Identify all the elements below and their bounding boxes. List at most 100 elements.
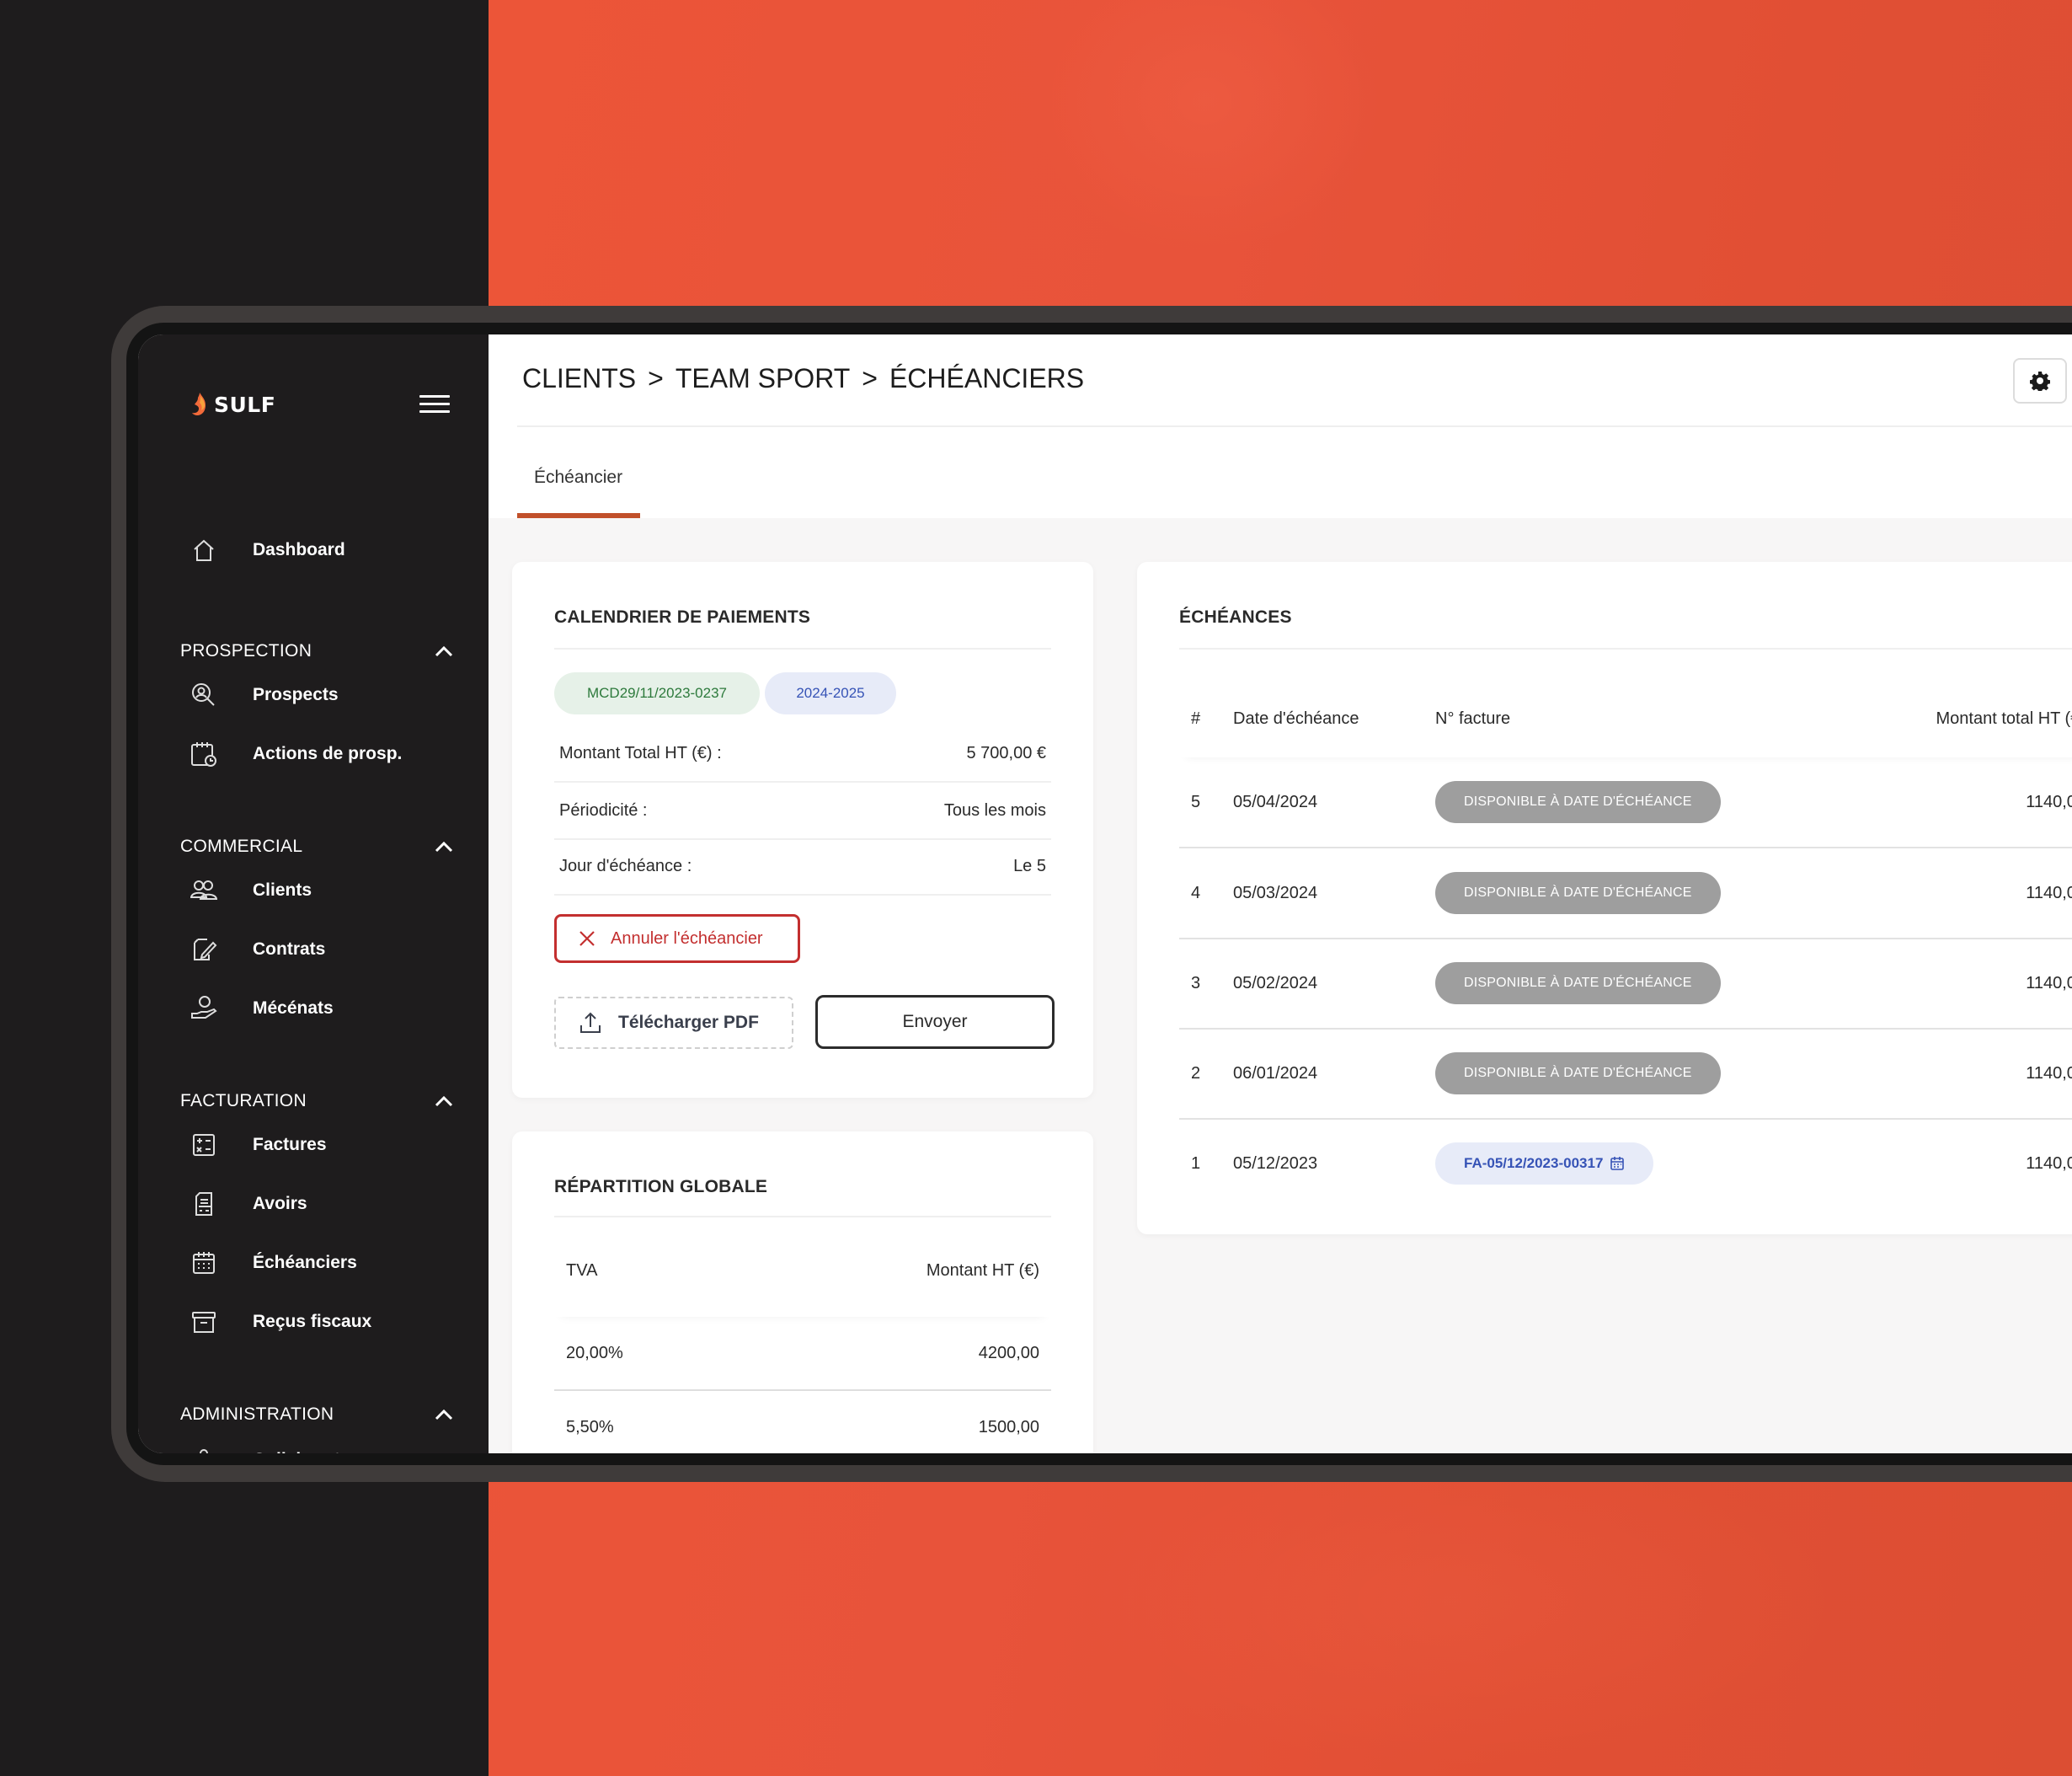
archive-icon: [189, 1307, 219, 1337]
amount: 1140,00: [2026, 792, 2072, 811]
sidebar-item-label: Prospects: [253, 685, 339, 704]
invoice-number: FA-05/12/2023-00317: [1464, 1155, 1604, 1171]
chevron-up-icon: [435, 841, 453, 853]
sidebar: SULF Dashboard PROSPECTION Prospects Act…: [138, 334, 489, 1453]
status-badge: DISPONIBLE À DATE D'ÉCHÉANCE: [1435, 962, 1721, 1004]
section-commercial[interactable]: COMMERCIAL: [180, 837, 453, 857]
amount: 1140,00: [2026, 1063, 2072, 1083]
button-label: Annuler l'échéancier: [611, 928, 763, 948]
info-label: Jour d'échéance :: [559, 856, 692, 875]
table-header: # Date d'échéance N° facture Montant tot…: [1179, 680, 2072, 757]
sidebar-item-label: Actions de prosp.: [253, 744, 403, 763]
section-facturation[interactable]: FACTURATION: [180, 1091, 453, 1111]
due-date: 05/12/2023: [1233, 1153, 1318, 1173]
invoice-link[interactable]: FA-05/12/2023-00317: [1435, 1142, 1654, 1185]
status-badge: DISPONIBLE À DATE D'ÉCHÉANCE: [1435, 781, 1721, 823]
season-chip[interactable]: 2024-2025: [765, 672, 896, 714]
page-header: CLIENTS > TEAM SPORT > ÉCHÉANCIERS Échéa…: [489, 334, 2072, 518]
row-number: 1: [1191, 1153, 1201, 1173]
global-breakdown-card: RÉPARTITION GLOBALE TVA Montant HT (€) 2…: [512, 1131, 1093, 1453]
chevron-up-icon: [435, 645, 453, 657]
sidebar-item-label: Collaborateurs: [253, 1450, 377, 1453]
credit-note-icon: [189, 1189, 219, 1219]
hamburger-icon: [419, 395, 450, 398]
table-row: 2 06/01/2024 DISPONIBLE À DATE D'ÉCHÉANC…: [1179, 1029, 2072, 1120]
sidebar-item-actions-prosp[interactable]: Actions de prosp.: [189, 737, 402, 771]
sidebar-item-label: Reçus fiscaux: [253, 1312, 372, 1331]
installments-card: ÉCHÉANCES # Date d'échéance N° facture M…: [1137, 562, 2072, 1234]
sidebar-item-label: Échéanciers: [253, 1253, 357, 1272]
status-badge: DISPONIBLE À DATE D'ÉCHÉANCE: [1435, 872, 1721, 914]
upload-icon: [580, 1012, 601, 1033]
search-user-icon: [189, 680, 219, 710]
cancel-schedule-button[interactable]: Annuler l'échéancier: [554, 914, 800, 963]
amount: 1140,00: [2026, 1153, 2072, 1173]
settings-button[interactable]: [2013, 358, 2067, 404]
card-divider: [554, 648, 1051, 650]
chevron-up-icon: [435, 1409, 453, 1420]
info-label: Montant Total HT (€) :: [559, 743, 722, 762]
tab-label: Échéancier: [534, 468, 623, 487]
sidebar-item-prospects[interactable]: Prospects: [189, 678, 339, 712]
close-icon: [579, 931, 595, 946]
gear-icon: [2030, 372, 2050, 391]
sidebar-item-echeanciers[interactable]: Échéanciers: [189, 1246, 357, 1280]
info-value: Tous les mois: [943, 800, 1046, 820]
row-number: 2: [1191, 1063, 1201, 1083]
hamburger-icon-line: [419, 403, 450, 405]
due-date: 05/02/2024: [1233, 973, 1318, 992]
info-row-periodicity: Périodicité : Tous les mois: [554, 783, 1051, 840]
due-date: 05/04/2024: [1233, 792, 1318, 811]
breadcrumb-clients[interactable]: CLIENTS: [522, 363, 636, 394]
section-title: FACTURATION: [180, 1091, 307, 1110]
download-pdf-button[interactable]: Télécharger PDF: [554, 997, 793, 1049]
table-header: TVA Montant HT (€): [554, 1224, 1051, 1317]
active-tab-indicator: [517, 513, 640, 518]
app-screen: SULF Dashboard PROSPECTION Prospects Act…: [138, 334, 2072, 1453]
menu-toggle-button[interactable]: [419, 395, 450, 415]
sidebar-item-recus-fiscaux[interactable]: Reçus fiscaux: [189, 1305, 371, 1339]
main-content: CLIENTS > TEAM SPORT > ÉCHÉANCIERS Échéa…: [489, 334, 2072, 1453]
calendar-icon: [1610, 1157, 1625, 1170]
card-title: ÉCHÉANCES: [1179, 607, 1292, 627]
contract-chip[interactable]: MCD29/11/2023-0237: [554, 672, 760, 714]
home-icon: [189, 535, 219, 565]
send-button[interactable]: Envoyer: [815, 995, 1055, 1049]
row-number: 3: [1191, 973, 1201, 992]
calendar-icon: [189, 1248, 219, 1278]
tva-rate: 20,00%: [566, 1343, 623, 1362]
hand-coin-icon: [189, 993, 219, 1024]
card-title: RÉPARTITION GLOBALE: [554, 1177, 768, 1196]
sidebar-item-clients[interactable]: Clients: [189, 874, 312, 907]
row-number: 5: [1191, 792, 1201, 811]
calendar-clock-icon: [189, 739, 219, 769]
status-badge: DISPONIBLE À DATE D'ÉCHÉANCE: [1435, 1052, 1721, 1094]
tva-rate: 5,50%: [566, 1417, 614, 1436]
section-title: ADMINISTRATION: [180, 1404, 334, 1424]
sidebar-item-collaborateurs[interactable]: Collaborateurs: [189, 1443, 377, 1453]
card-divider: [554, 1216, 1051, 1217]
column-header-amount: Montant HT (€): [926, 1260, 1039, 1280]
sidebar-item-factures[interactable]: Factures: [189, 1128, 327, 1162]
breadcrumb-team-sport[interactable]: TEAM SPORT: [676, 363, 850, 394]
due-date: 05/03/2024: [1233, 883, 1318, 902]
breadcrumb-echeanciers: ÉCHÉANCIERS: [889, 363, 1085, 393]
info-row-total: Montant Total HT (€) : 5 700,00 €: [554, 725, 1051, 783]
contract-edit-icon: [189, 934, 219, 965]
sidebar-item-mecenats[interactable]: Mécénats: [189, 992, 334, 1025]
info-label: Périodicité :: [559, 800, 648, 820]
section-administration[interactable]: ADMINISTRATION: [180, 1404, 453, 1425]
logo[interactable]: SULF: [190, 392, 275, 417]
sidebar-item-dashboard[interactable]: Dashboard: [189, 533, 345, 567]
sidebar-item-avoirs[interactable]: Avoirs: [189, 1187, 307, 1221]
column-header-date: Date d'échéance: [1233, 709, 1359, 728]
info-value: Le 5: [1013, 856, 1046, 875]
section-prospection[interactable]: PROSPECTION: [180, 641, 453, 661]
due-date: 06/01/2024: [1233, 1063, 1318, 1083]
tab-echeancier[interactable]: Échéancier: [517, 461, 640, 518]
sidebar-item-label: Factures: [253, 1135, 327, 1154]
info-row-due-day: Jour d'échéance : Le 5: [554, 838, 1051, 896]
hamburger-icon-line: [419, 410, 450, 413]
sidebar-item-contrats[interactable]: Contrats: [189, 933, 325, 966]
card-title: CALENDRIER DE PAIEMENTS: [554, 607, 811, 627]
